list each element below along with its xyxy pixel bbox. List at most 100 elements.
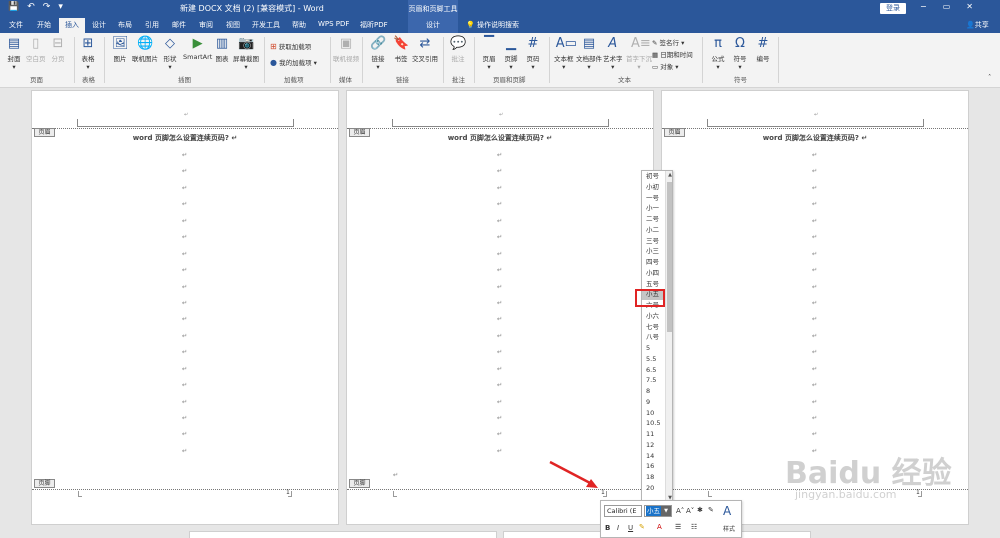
font-size-option[interactable]: 五号 xyxy=(642,279,665,290)
document-heading[interactable]: word 页脚怎么设置连续页码? ↵ xyxy=(32,133,338,143)
tab-wps-pdf[interactable]: WPS PDF xyxy=(318,20,349,28)
comment-button[interactable]: 💬 批注 xyxy=(450,37,466,64)
online-picture-button[interactable]: 🌐 联机图片 xyxy=(132,37,158,64)
scroll-thumb[interactable] xyxy=(667,182,672,332)
bullets-icon[interactable]: ☰ xyxy=(675,523,681,531)
font-size-box[interactable]: 小五 ▼ xyxy=(644,505,672,517)
font-size-option[interactable]: 6.5 xyxy=(642,365,665,376)
page-4[interactable] xyxy=(189,531,497,538)
font-size-option[interactable]: 小三 xyxy=(642,246,665,257)
chart-button[interactable]: ▥ 图表 xyxy=(214,37,230,64)
footer-page-number[interactable]: 1 xyxy=(286,489,290,496)
tab-view[interactable]: 视图 xyxy=(226,20,240,30)
underline-button[interactable]: U xyxy=(628,524,633,532)
tab-references[interactable]: 引用 xyxy=(145,20,159,30)
blank-page-button[interactable]: ▯ 空白页 xyxy=(26,37,46,64)
font-size-option[interactable]: 初号 xyxy=(642,171,665,182)
cover-page-button[interactable]: ▤ 封面 ▾ xyxy=(6,37,22,72)
highlighter-icon[interactable]: ✎ xyxy=(639,523,645,531)
footer-page-number[interactable]: 1 xyxy=(601,489,605,496)
tab-home[interactable]: 开始 xyxy=(37,20,51,30)
tab-mailings[interactable]: 邮件 xyxy=(172,20,186,30)
chevron-down-icon[interactable]: ▼ xyxy=(661,506,671,516)
font-size-option[interactable]: 四号 xyxy=(642,257,665,268)
font-size-option[interactable]: 5 xyxy=(642,343,665,354)
dropcap-button[interactable]: A≡ 首字下沉 ▾ xyxy=(626,37,652,72)
font-size-option[interactable]: 小一 xyxy=(642,203,665,214)
numbering-icon[interactable]: ☷ xyxy=(691,523,697,531)
font-size-option[interactable]: 20 xyxy=(642,483,665,494)
font-size-option[interactable]: 11 xyxy=(642,429,665,440)
font-size-option[interactable]: 9 xyxy=(642,397,665,408)
scroll-up-icon[interactable]: ▲ xyxy=(666,171,672,179)
bold-button[interactable]: B xyxy=(605,524,610,532)
format-painter-icon[interactable]: ✱ xyxy=(697,506,703,514)
page-2[interactable]: ↵ 页眉 word 页脚怎么设置连续页码? ↵ ↵ ↵ ↵ ↵ ↵ ↵ ↵ ↵ ↵ ↵ ↵ ↵ ↵ ↵ ↵ ↵… xyxy=(346,90,654,525)
tab-developer[interactable]: 开发工具 xyxy=(252,20,280,30)
page-1[interactable]: ↵ 页眉 word 页脚怎么设置连续页码? ↵ ↵ ↵ ↵ ↵ ↵ ↵ ↵ ↵ ↵ ↵ ↵ ↵ ↵ ↵ ↵ ↵… xyxy=(31,90,339,525)
undo-icon[interactable]: ↶ xyxy=(27,2,35,12)
redo-icon[interactable]: ↷ xyxy=(43,2,51,12)
styles-icon[interactable]: A xyxy=(723,504,731,518)
document-heading[interactable]: word 页脚怎么设置连续页码? ↵ xyxy=(347,133,653,143)
document-heading[interactable]: word 页脚怎么设置连续页码? ↵ xyxy=(662,133,968,143)
tab-insert[interactable]: 插入 xyxy=(59,18,85,33)
number-button[interactable]: # 编号 xyxy=(755,37,771,64)
font-size-option[interactable]: 小二 xyxy=(642,225,665,236)
screenshot-button[interactable]: 📷 屏幕截图 ▾ xyxy=(233,37,259,72)
cross-reference-button[interactable]: ⇄ 交叉引用 xyxy=(412,37,438,64)
font-size-option[interactable]: 5.5 xyxy=(642,354,665,365)
tab-layout[interactable]: 布局 xyxy=(118,20,132,30)
font-size-option[interactable]: 小四 xyxy=(642,268,665,279)
font-size-option[interactable]: 一号 xyxy=(642,193,665,204)
table-button[interactable]: ⊞ 表格 ▾ xyxy=(80,37,96,72)
get-addins-button[interactable]: ⊞ 获取加载项 xyxy=(270,41,311,51)
smartart-button[interactable]: ▶ SmartArt xyxy=(183,37,212,62)
font-size-dropdown[interactable]: 初号 小初 一号 小一 二号 小二 三号 小三 四号 小四 五号 小五 六号 小六 七号 八号 5 5.5 6.5 7… xyxy=(641,170,673,503)
object-button[interactable]: ▭ 对象 ▾ xyxy=(652,61,679,71)
share-button[interactable]: 👤共享 xyxy=(966,20,989,30)
tab-design[interactable]: 设计 xyxy=(92,20,106,30)
login-button[interactable]: 登录 xyxy=(880,3,906,14)
page-break-button[interactable]: ⊟ 分页 xyxy=(50,37,66,64)
equation-button[interactable]: π 公式 ▾ xyxy=(710,37,726,72)
link-button[interactable]: 🔗 链接 ▾ xyxy=(370,37,386,72)
tab-hf-design[interactable]: 设计 xyxy=(408,17,458,33)
tell-me-search[interactable]: 💡 操作说明搜索 xyxy=(466,20,519,30)
save-icon[interactable]: 💾 xyxy=(8,2,19,12)
picture-button[interactable]: 🖼 图片 xyxy=(112,37,129,64)
font-size-option[interactable]: 12 xyxy=(642,440,665,451)
shrink-font-button[interactable]: A˅ xyxy=(686,507,694,515)
footer-button[interactable]: ▁ 页脚 ▾ xyxy=(503,37,519,72)
font-size-option[interactable]: 10.5 xyxy=(642,418,665,429)
dropdown-scrollbar[interactable]: ▲ ▼ xyxy=(665,171,672,502)
header-button[interactable]: ▔ 页眉 ▾ xyxy=(481,37,497,72)
font-size-option[interactable]: 七号 xyxy=(642,322,665,333)
tab-review[interactable]: 审阅 xyxy=(199,20,213,30)
font-color-icon[interactable]: A xyxy=(657,523,662,531)
font-size-option[interactable]: 18 xyxy=(642,472,665,483)
font-size-option[interactable]: 14 xyxy=(642,451,665,462)
font-size-option[interactable]: 八号 xyxy=(642,332,665,343)
tab-foxit-pdf[interactable]: 福昕PDF xyxy=(360,20,388,30)
date-time-button[interactable]: ▦ 日期和时间 xyxy=(652,49,693,59)
my-addins-button[interactable]: ● 我的加载项 ▾ xyxy=(270,57,317,67)
customize-qat-icon[interactable]: ▾ xyxy=(58,2,63,12)
collapse-ribbon-icon[interactable]: ˄ xyxy=(988,73,991,81)
tab-help[interactable]: 帮助 xyxy=(292,20,306,30)
italic-button[interactable]: I xyxy=(617,524,619,532)
wordart-button[interactable]: A 艺术字 ▾ xyxy=(603,37,623,72)
font-size-option[interactable]: 16 xyxy=(642,461,665,472)
font-size-option[interactable]: 8 xyxy=(642,386,665,397)
minimize-button[interactable]: − xyxy=(920,2,927,11)
grow-font-button[interactable]: A˄ xyxy=(676,507,684,515)
font-name-box[interactable]: Calibri (E xyxy=(604,505,642,517)
font-size-option[interactable]: 10 xyxy=(642,408,665,419)
font-size-option[interactable]: 三号 xyxy=(642,236,665,247)
shapes-button[interactable]: ◇ 形状 ▾ xyxy=(162,37,178,72)
symbol-button[interactable]: Ω 符号 ▾ xyxy=(732,37,748,72)
signature-line-button[interactable]: ✎ 签名行 ▾ xyxy=(652,37,684,47)
online-video-button[interactable]: ▣ 联机视频 xyxy=(333,37,359,64)
page-number-button[interactable]: # 页码 ▾ xyxy=(525,37,541,72)
brush-icon[interactable]: ✎ xyxy=(708,506,714,514)
